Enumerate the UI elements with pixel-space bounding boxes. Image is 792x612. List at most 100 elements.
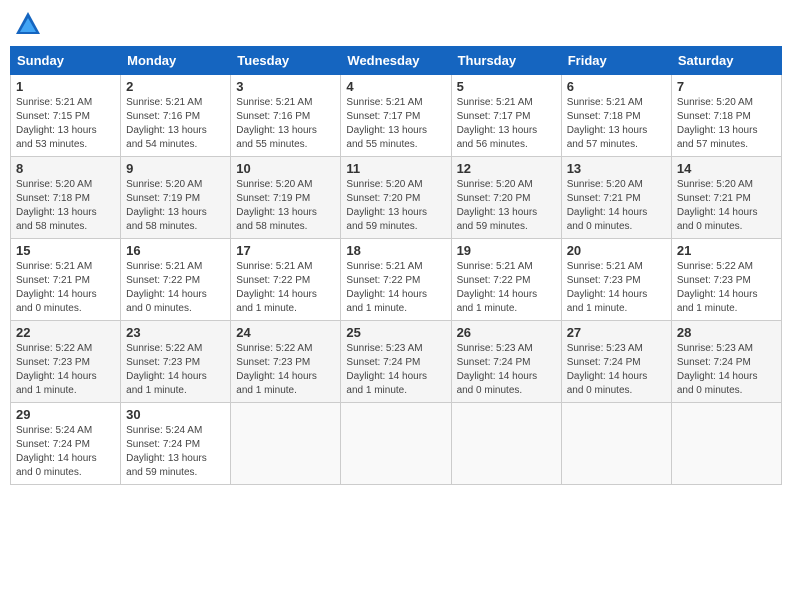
- cell-info: Sunrise: 5:21 AM Sunset: 7:22 PM Dayligh…: [457, 260, 556, 316]
- header-cell-sunday: Sunday: [11, 47, 121, 75]
- day-number: 6: [567, 79, 666, 94]
- calendar-body: 1 Sunrise: 5:21 AM Sunset: 7:15 PM Daylig…: [11, 75, 782, 485]
- calendar-cell: [561, 403, 671, 485]
- cell-info: Sunrise: 5:22 AM Sunset: 7:23 PM Dayligh…: [126, 342, 225, 398]
- calendar-cell: 27Sunrise: 5:23 AM Sunset: 7:24 PM Dayli…: [561, 321, 671, 403]
- calendar-cell: [231, 403, 341, 485]
- day-number: 8: [16, 161, 115, 176]
- day-number: 27: [567, 325, 666, 340]
- calendar-cell: 20 Sunrise: 5:21 AM Sunset: 7:23 PM Dayli…: [561, 239, 671, 321]
- calendar-cell: 2 Sunrise: 5:21 AM Sunset: 7:16 PM Daylig…: [121, 75, 231, 157]
- logo-icon: [14, 10, 42, 38]
- calendar-week-1: 1 Sunrise: 5:21 AM Sunset: 7:15 PM Daylig…: [11, 75, 782, 157]
- cell-info: Sunrise: 5:21 AM Sunset: 7:16 PM Dayligh…: [236, 96, 335, 152]
- cell-info: Sunrise: 5:20 AM Sunset: 7:18 PM Dayligh…: [677, 96, 776, 152]
- calendar-cell: 1 Sunrise: 5:21 AM Sunset: 7:15 PM Daylig…: [11, 75, 121, 157]
- calendar-cell: 26Sunrise: 5:23 AM Sunset: 7:24 PM Dayli…: [451, 321, 561, 403]
- cell-info: Sunrise: 5:21 AM Sunset: 7:18 PM Dayligh…: [567, 96, 666, 152]
- day-number: 24: [236, 325, 335, 340]
- day-number: 17: [236, 243, 335, 258]
- day-number: 29: [16, 407, 115, 422]
- day-number: 25: [346, 325, 445, 340]
- calendar-cell: 9Sunrise: 5:20 AM Sunset: 7:19 PM Daylig…: [121, 157, 231, 239]
- calendar-cell: 18 Sunrise: 5:21 AM Sunset: 7:22 PM Dayli…: [341, 239, 451, 321]
- calendar-cell: 22 Sunrise: 5:22 AM Sunset: 7:23 PM Dayli…: [11, 321, 121, 403]
- calendar-cell: 23 Sunrise: 5:22 AM Sunset: 7:23 PM Dayli…: [121, 321, 231, 403]
- calendar-cell: [451, 403, 561, 485]
- calendar-cell: 24 Sunrise: 5:22 AM Sunset: 7:23 PM Dayli…: [231, 321, 341, 403]
- calendar-week-2: 8 Sunrise: 5:20 AM Sunset: 7:18 PM Daylig…: [11, 157, 782, 239]
- calendar-cell: 15 Sunrise: 5:21 AM Sunset: 7:21 PM Dayli…: [11, 239, 121, 321]
- day-number: 11: [346, 161, 445, 176]
- cell-info: Sunrise: 5:21 AM Sunset: 7:22 PM Dayligh…: [126, 260, 225, 316]
- cell-info: Sunrise: 5:21 AM Sunset: 7:23 PM Dayligh…: [567, 260, 666, 316]
- calendar-week-5: 29 Sunrise: 5:24 AM Sunset: 7:24 PM Dayli…: [11, 403, 782, 485]
- day-number: 18: [346, 243, 445, 258]
- cell-info: Sunrise: 5:21 AM Sunset: 7:16 PM Dayligh…: [126, 96, 225, 152]
- calendar-cell: 12 Sunrise: 5:20 AM Sunset: 7:20 PM Dayli…: [451, 157, 561, 239]
- calendar-week-4: 22 Sunrise: 5:22 AM Sunset: 7:23 PM Dayli…: [11, 321, 782, 403]
- calendar-cell: [341, 403, 451, 485]
- cell-info: Sunrise: 5:20 AM Sunset: 7:19 PM Dayligh…: [126, 178, 225, 234]
- calendar-cell: 6 Sunrise: 5:21 AM Sunset: 7:18 PM Daylig…: [561, 75, 671, 157]
- calendar-cell: 10 Sunrise: 5:20 AM Sunset: 7:19 PM Dayli…: [231, 157, 341, 239]
- day-number: 4: [346, 79, 445, 94]
- day-number: 28: [677, 325, 776, 340]
- day-number: 7: [677, 79, 776, 94]
- calendar-cell: 16 Sunrise: 5:21 AM Sunset: 7:22 PM Dayli…: [121, 239, 231, 321]
- calendar-cell: 21Sunrise: 5:22 AM Sunset: 7:23 PM Dayli…: [671, 239, 781, 321]
- cell-info: Sunrise: 5:23 AM Sunset: 7:24 PM Dayligh…: [346, 342, 445, 398]
- calendar-cell: 3 Sunrise: 5:21 AM Sunset: 7:16 PM Daylig…: [231, 75, 341, 157]
- day-number: 15: [16, 243, 115, 258]
- cell-info: Sunrise: 5:22 AM Sunset: 7:23 PM Dayligh…: [16, 342, 115, 398]
- day-number: 5: [457, 79, 556, 94]
- cell-info: Sunrise: 5:23 AM Sunset: 7:24 PM Dayligh…: [457, 342, 556, 398]
- cell-info: Sunrise: 5:21 AM Sunset: 7:15 PM Dayligh…: [16, 96, 115, 152]
- cell-info: Sunrise: 5:24 AM Sunset: 7:24 PM Dayligh…: [126, 424, 225, 480]
- cell-info: Sunrise: 5:23 AM Sunset: 7:24 PM Dayligh…: [677, 342, 776, 398]
- calendar-cell: 8 Sunrise: 5:20 AM Sunset: 7:18 PM Daylig…: [11, 157, 121, 239]
- day-number: 12: [457, 161, 556, 176]
- cell-info: Sunrise: 5:20 AM Sunset: 7:18 PM Dayligh…: [16, 178, 115, 234]
- header-row: SundayMondayTuesdayWednesdayThursdayFrid…: [11, 47, 782, 75]
- logo-inner: [14, 10, 46, 38]
- header-cell-friday: Friday: [561, 47, 671, 75]
- day-number: 3: [236, 79, 335, 94]
- calendar-week-3: 15 Sunrise: 5:21 AM Sunset: 7:21 PM Dayli…: [11, 239, 782, 321]
- day-number: 20: [567, 243, 666, 258]
- day-number: 16: [126, 243, 225, 258]
- calendar-cell: 29 Sunrise: 5:24 AM Sunset: 7:24 PM Dayli…: [11, 403, 121, 485]
- header-cell-saturday: Saturday: [671, 47, 781, 75]
- calendar-cell: 11Sunrise: 5:20 AM Sunset: 7:20 PM Dayli…: [341, 157, 451, 239]
- day-number: 13: [567, 161, 666, 176]
- calendar-cell: 28 Sunrise: 5:23 AM Sunset: 7:24 PM Dayli…: [671, 321, 781, 403]
- day-number: 10: [236, 161, 335, 176]
- cell-info: Sunrise: 5:24 AM Sunset: 7:24 PM Dayligh…: [16, 424, 115, 480]
- calendar-cell: 17 Sunrise: 5:21 AM Sunset: 7:22 PM Dayli…: [231, 239, 341, 321]
- cell-info: Sunrise: 5:21 AM Sunset: 7:21 PM Dayligh…: [16, 260, 115, 316]
- day-number: 19: [457, 243, 556, 258]
- header-cell-tuesday: Tuesday: [231, 47, 341, 75]
- day-number: 1: [16, 79, 115, 94]
- cell-info: Sunrise: 5:20 AM Sunset: 7:21 PM Dayligh…: [677, 178, 776, 234]
- cell-info: Sunrise: 5:21 AM Sunset: 7:22 PM Dayligh…: [346, 260, 445, 316]
- cell-info: Sunrise: 5:20 AM Sunset: 7:21 PM Dayligh…: [567, 178, 666, 234]
- cell-info: Sunrise: 5:22 AM Sunset: 7:23 PM Dayligh…: [236, 342, 335, 398]
- cell-info: Sunrise: 5:21 AM Sunset: 7:17 PM Dayligh…: [457, 96, 556, 152]
- cell-info: Sunrise: 5:21 AM Sunset: 7:22 PM Dayligh…: [236, 260, 335, 316]
- cell-info: Sunrise: 5:22 AM Sunset: 7:23 PM Dayligh…: [677, 260, 776, 316]
- header-cell-thursday: Thursday: [451, 47, 561, 75]
- calendar-cell: 25 Sunrise: 5:23 AM Sunset: 7:24 PM Dayli…: [341, 321, 451, 403]
- calendar-cell: 4Sunrise: 5:21 AM Sunset: 7:17 PM Daylig…: [341, 75, 451, 157]
- calendar-cell: 5 Sunrise: 5:21 AM Sunset: 7:17 PM Daylig…: [451, 75, 561, 157]
- day-number: 30: [126, 407, 225, 422]
- cell-info: Sunrise: 5:20 AM Sunset: 7:20 PM Dayligh…: [457, 178, 556, 234]
- logo: [14, 10, 46, 38]
- header-cell-wednesday: Wednesday: [341, 47, 451, 75]
- day-number: 22: [16, 325, 115, 340]
- day-number: 14: [677, 161, 776, 176]
- header-cell-monday: Monday: [121, 47, 231, 75]
- cell-info: Sunrise: 5:20 AM Sunset: 7:19 PM Dayligh…: [236, 178, 335, 234]
- day-number: 2: [126, 79, 225, 94]
- day-number: 23: [126, 325, 225, 340]
